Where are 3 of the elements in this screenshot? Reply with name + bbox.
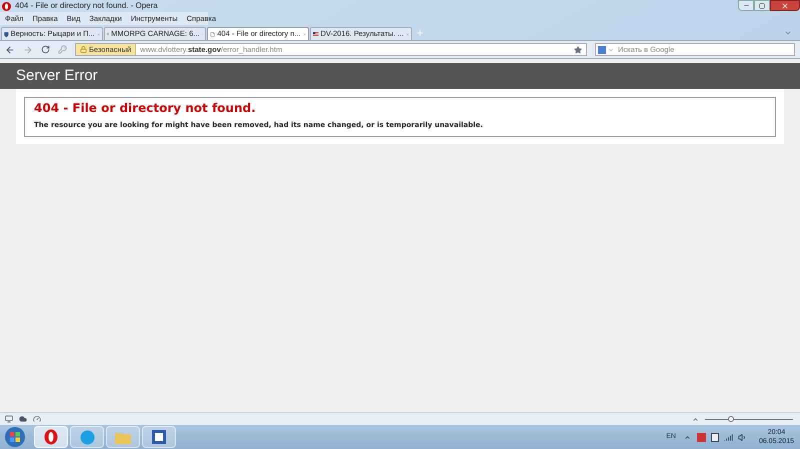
error-title: 404 - File or directory not found. xyxy=(34,100,257,117)
window-title: 404 - File or directory not found. - Opera xyxy=(15,2,158,10)
page-heading: Server Error xyxy=(16,66,98,86)
